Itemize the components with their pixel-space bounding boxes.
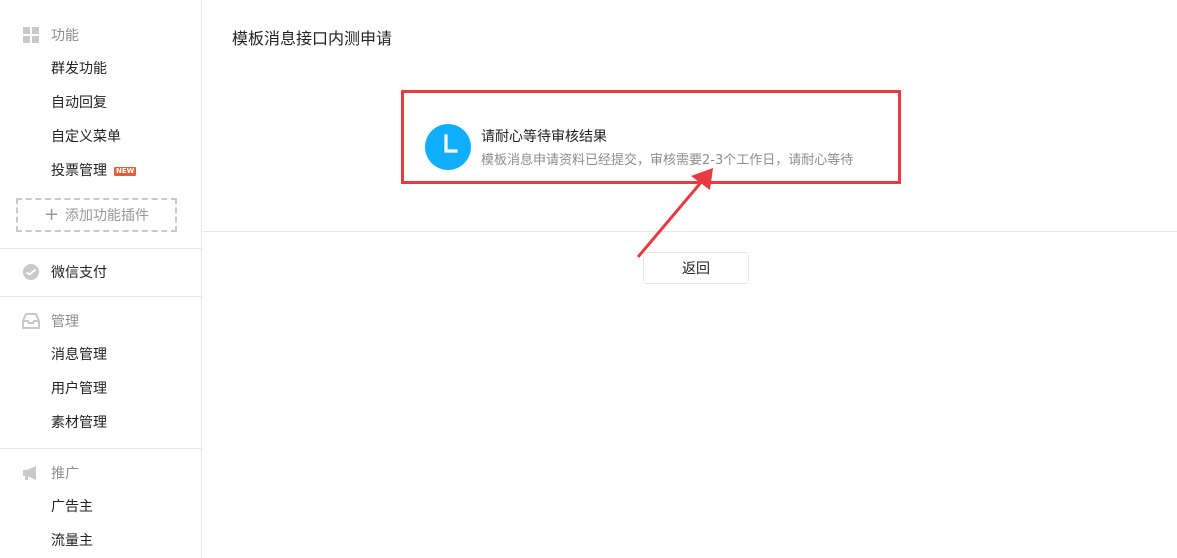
sidebar-item-label: 用户管理 [51, 381, 107, 397]
add-plugin-label: 添加功能插件 [65, 208, 150, 224]
sidebar-section-wechat-pay: 微信支付 [0, 249, 201, 297]
sidebar-item-message-management[interactable]: 消息管理 [0, 338, 201, 372]
sidebar-heading-label: 功能 [51, 28, 79, 44]
grid-icon [22, 26, 40, 44]
megaphone-icon [22, 464, 40, 482]
sidebar-item-auto-reply[interactable]: 自动回复 [0, 86, 201, 120]
sidebar-heading-management: 管理 [0, 304, 201, 338]
wechat-pay-icon [22, 263, 40, 281]
sidebar-item-label: 投票管理 [51, 163, 107, 179]
sidebar-heading-functions: 功能 [0, 18, 201, 52]
sidebar-item-label: 流量主 [51, 533, 93, 549]
inbox-icon [22, 312, 40, 330]
sidebar-heading-label: 推广 [51, 466, 79, 482]
plus-icon: + [43, 204, 60, 225]
notice-title: 请耐心等待审核结果 [481, 129, 607, 145]
notice-description: 模板消息申请资料已经提交，审核需要2-3个工作日，请耐心等待 [481, 153, 854, 168]
sidebar-heading-promotion: 推广 [0, 456, 201, 490]
sidebar-item-vote-management[interactable]: 投票管理 NEW [0, 154, 201, 188]
sidebar-heading-label: 微信支付 [51, 265, 107, 281]
back-button[interactable]: 返回 [643, 252, 749, 284]
sidebar: 功能 群发功能 自动回复 自定义菜单 投票管理 NEW + 添加功能插件 微信支… [0, 0, 202, 558]
sidebar-item-label: 自动回复 [51, 95, 107, 111]
sidebar-section-promotion: 推广 广告主 流量主 [0, 449, 201, 558]
divider [203, 231, 1177, 232]
sidebar-item-label: 自定义菜单 [51, 129, 121, 145]
sidebar-section-functions: 功能 群发功能 自动回复 自定义菜单 投票管理 NEW + 添加功能插件 [0, 0, 201, 249]
sidebar-item-broadcast[interactable]: 群发功能 [0, 52, 201, 86]
sidebar-item-material-management[interactable]: 素材管理 [0, 406, 201, 440]
pending-review-notice: 请耐心等待审核结果 模板消息申请资料已经提交，审核需要2-3个工作日，请耐心等待 [401, 90, 901, 184]
sidebar-item-user-management[interactable]: 用户管理 [0, 372, 201, 406]
sidebar-item-label: 广告主 [51, 499, 93, 515]
sidebar-section-management: 管理 消息管理 用户管理 素材管理 [0, 297, 201, 449]
sidebar-item-label: 消息管理 [51, 347, 107, 363]
page-title: 模板消息接口内测申请 [232, 29, 393, 48]
sidebar-item-wechat-pay[interactable]: 微信支付 [0, 255, 201, 289]
clock-icon [425, 124, 471, 170]
sidebar-item-advertiser[interactable]: 广告主 [0, 490, 201, 524]
main-content: 模板消息接口内测申请 请耐心等待审核结果 模板消息申请资料已经提交，审核需要2-… [203, 0, 1177, 558]
new-badge: NEW [114, 166, 137, 176]
sidebar-item-publisher[interactable]: 流量主 [0, 524, 201, 558]
add-plugin-button[interactable]: + 添加功能插件 [16, 198, 177, 232]
sidebar-item-label: 素材管理 [51, 415, 107, 431]
sidebar-item-custom-menu[interactable]: 自定义菜单 [0, 120, 201, 154]
sidebar-item-label: 群发功能 [51, 61, 107, 77]
sidebar-heading-label: 管理 [51, 314, 79, 330]
